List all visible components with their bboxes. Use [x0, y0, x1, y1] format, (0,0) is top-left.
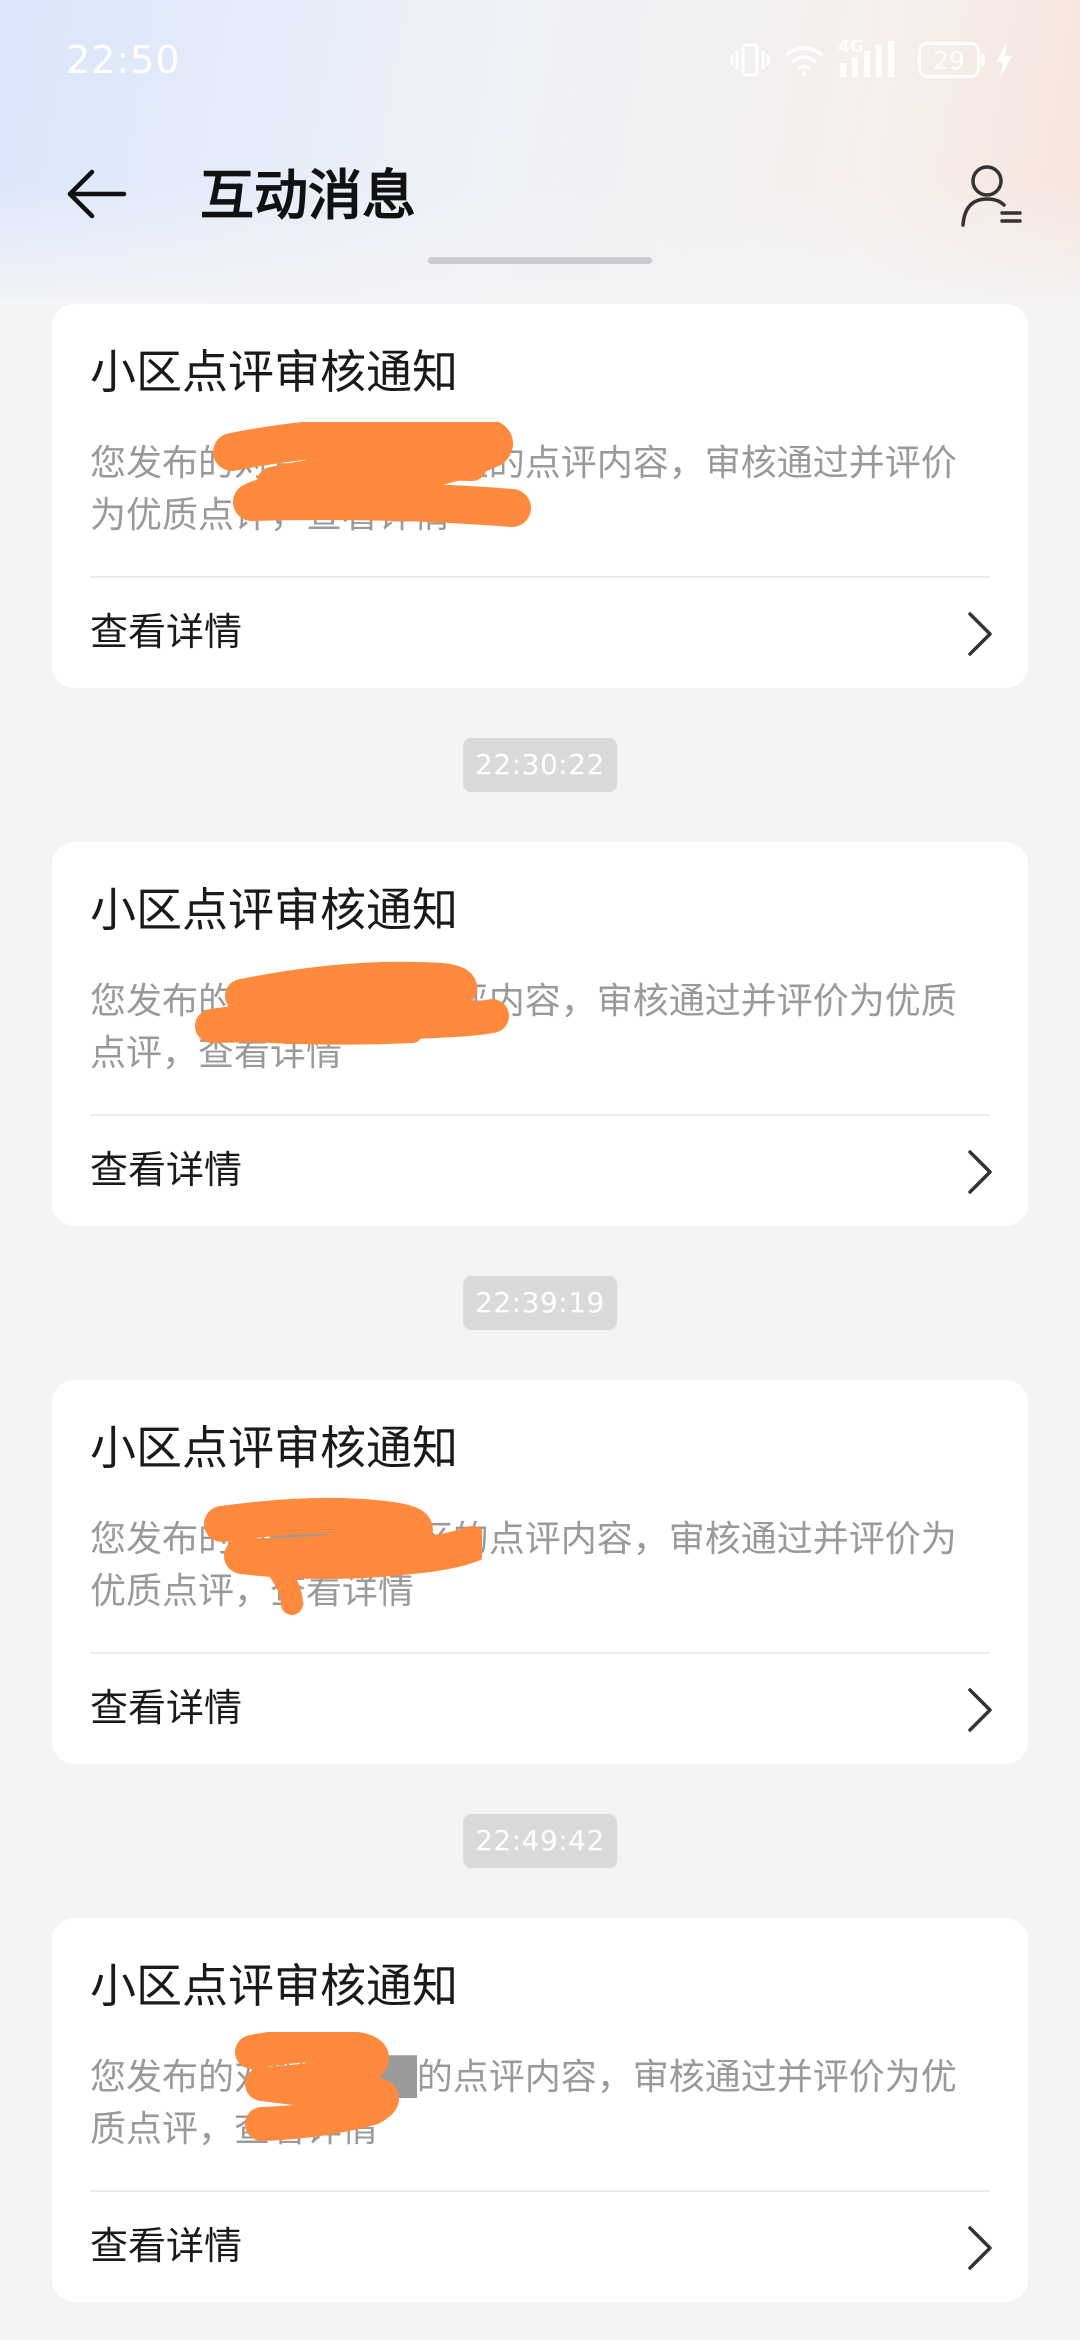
card-body: 您发布的对御████点评内容，审核通过并评价为优质点评，查看详情: [90, 981, 957, 1074]
chevron-right-icon: [968, 2226, 992, 2270]
card-body: 您发布的对智████小区的点评内容，审核通过并评价为优质点评，查看详情: [90, 443, 957, 536]
battery-indicator: 29: [918, 42, 985, 78]
timestamp-row: 22:49:42: [0, 1764, 1080, 1918]
card-title: 小区点评审核通知: [90, 1421, 458, 1475]
timestamp: 22:39:19: [463, 1276, 617, 1330]
timestamp-row: 22:30:22: [0, 688, 1080, 842]
chevron-right-icon: [968, 612, 992, 656]
message-card: 小区点评审核通知 您发布的对御████点评内容，审核通过并评价为优质点评，查看详…: [52, 842, 1028, 1226]
page-title: 互动消息: [200, 164, 416, 227]
view-details-label: 查看详情: [90, 1148, 243, 1192]
view-details-label: 查看详情: [90, 1686, 243, 1730]
message-card: 小区点评审核通知 您发布的对银████的点评内容，审核通过并评价为优质点评，查看…: [52, 1918, 1028, 2302]
card-title: 小区点评审核通知: [90, 1959, 458, 2013]
timestamp: 22:49:42: [463, 1814, 617, 1868]
profile-settings-button[interactable]: [954, 158, 1030, 234]
status-time: 22:50: [66, 38, 181, 82]
status-bar: 22:50 4G 29: [0, 0, 1080, 120]
card-title: 小区点评审核通知: [90, 883, 458, 937]
drag-handle[interactable]: [428, 257, 652, 264]
view-details-row[interactable]: 查看详情: [52, 1116, 1028, 1226]
chevron-right-icon: [968, 1688, 992, 1732]
chevron-right-icon: [968, 1150, 992, 1194]
back-button[interactable]: [58, 162, 134, 226]
cellular-signal: 4G: [838, 37, 904, 79]
card-body: 您发布的对银████的点评内容，审核通过并评价为优质点评，查看详情: [90, 2057, 957, 2150]
timestamp: 22:30:22: [463, 738, 617, 792]
status-icons: 4G 29: [730, 37, 1014, 80]
view-details-row[interactable]: 查看详情: [52, 2192, 1028, 2302]
charging-icon: [996, 42, 1012, 78]
timestamp-row: 22:39:19: [0, 1226, 1080, 1380]
wifi-icon: [784, 46, 824, 77]
message-list: 小区点评审核通知 您发布的对智████小区的点评内容，审核通过并评价为优质点评，…: [0, 304, 1080, 2302]
vibrate-icon: [730, 43, 770, 77]
view-details-row[interactable]: 查看详情: [52, 578, 1028, 688]
message-card: 小区点评审核通知 您发布的对智████小区的点评内容，审核通过并评价为优质点评，…: [52, 304, 1028, 688]
signal-icon: [840, 41, 894, 77]
view-details-label: 查看详情: [90, 610, 243, 654]
card-body: 您发布的对████小区的点评内容，审核通过并评价为优质点评，查看详情: [90, 1519, 957, 1612]
app-header: 互动消息: [0, 140, 1080, 250]
screen: 22:50 4G 29 互动消息 小区点评审核通知 您发布的对智████小区的点…: [0, 0, 1080, 2340]
message-card: 小区点评审核通知 您发布的对████小区的点评内容，审核通过并评价为优质点评，查…: [52, 1380, 1028, 1764]
view-details-label: 查看详情: [90, 2224, 243, 2268]
battery-level: 29: [933, 45, 965, 75]
user-settings-icon: [961, 165, 1022, 227]
view-details-row[interactable]: 查看详情: [52, 1654, 1028, 1764]
arrow-left-icon: [67, 169, 127, 219]
card-title: 小区点评审核通知: [90, 345, 458, 399]
